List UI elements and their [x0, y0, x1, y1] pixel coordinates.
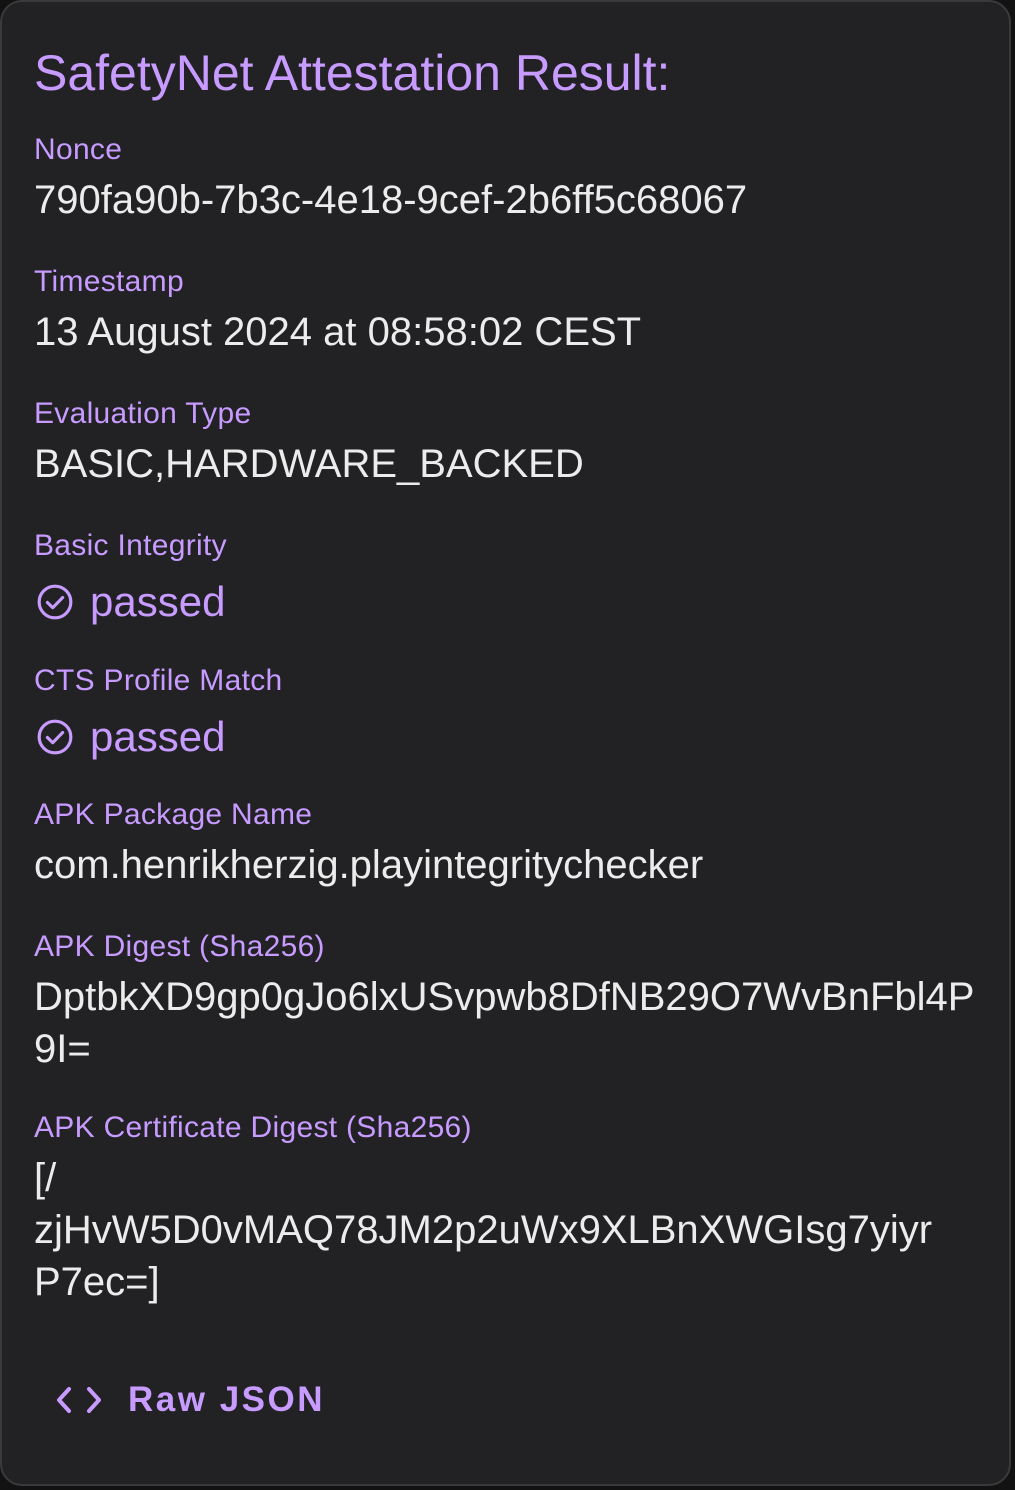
- apk-certificate-digest-field: APK Certificate Digest (Sha256) [/ zjHvW…: [34, 1108, 981, 1308]
- basic-integrity-label: Basic Integrity: [34, 529, 227, 562]
- cts-profile-match-status-text: passed: [90, 713, 226, 760]
- nonce-label: Nonce: [34, 133, 123, 166]
- evaluation-type-value: BASIC,HARDWARE_BACKED: [34, 442, 584, 486]
- cts-profile-match-label: CTS Profile Match: [34, 664, 283, 697]
- basic-integrity-field: Basic Integrity passed: [34, 526, 981, 628]
- apk-certificate-digest-line: zjHvW5D0vMAQ78JM2p2uWx9XLBnXWGIsg7yiyr: [34, 1208, 933, 1252]
- apk-certificate-digest-label: APK Certificate Digest (Sha256): [34, 1111, 472, 1144]
- apk-package-name-field: APK Package Name com.henrikherzig.playin…: [34, 795, 981, 891]
- code-icon: [57, 1387, 101, 1413]
- apk-digest-value: DptbkXD9gp0gJo6lxUSvpwb8DfNB29O7WvBnFbl4…: [34, 975, 975, 1071]
- apk-certificate-digest-value: [/ zjHvW5D0vMAQ78JM2p2uWx9XLBnXWGIsg7yiy…: [34, 1152, 981, 1308]
- cts-profile-match-field: CTS Profile Match passed: [34, 661, 981, 763]
- apk-package-name-value: com.henrikherzig.playintegritychecker: [34, 843, 704, 887]
- apk-digest-label: APK Digest (Sha256): [34, 930, 325, 963]
- apk-certificate-digest-line: [/: [34, 1156, 57, 1200]
- basic-integrity-status: passed: [34, 576, 981, 628]
- check-circle-icon: [37, 719, 73, 755]
- timestamp-label: Timestamp: [34, 265, 184, 298]
- raw-json-button[interactable]: Raw JSON: [42, 1362, 345, 1438]
- apk-package-name-label: APK Package Name: [34, 798, 313, 831]
- check-circle-icon: [37, 584, 73, 620]
- raw-json-label: Raw JSON: [128, 1380, 325, 1419]
- timestamp-value: 13 August 2024 at 08:58:02 CEST: [34, 310, 642, 354]
- nonce-field: Nonce 790fa90b-7b3c-4e18-9cef-2b6ff5c680…: [34, 130, 981, 226]
- nonce-value: 790fa90b-7b3c-4e18-9cef-2b6ff5c68067: [34, 178, 748, 222]
- cts-profile-match-status: passed: [34, 711, 981, 763]
- apk-certificate-digest-line: P7ec=]: [34, 1260, 160, 1304]
- card-title: SafetyNet Attestation Result:: [34, 45, 671, 101]
- evaluation-type-label: Evaluation Type: [34, 397, 252, 430]
- evaluation-type-field: Evaluation Type BASIC,HARDWARE_BACKED: [34, 394, 981, 490]
- basic-integrity-status-text: passed: [90, 578, 226, 625]
- timestamp-field: Timestamp 13 August 2024 at 08:58:02 CES…: [34, 262, 981, 358]
- apk-digest-field: APK Digest (Sha256) DptbkXD9gp0gJo6lxUSv…: [34, 927, 981, 1075]
- attestation-result-card: SafetyNet Attestation Result: Nonce 790f…: [0, 0, 1011, 1486]
